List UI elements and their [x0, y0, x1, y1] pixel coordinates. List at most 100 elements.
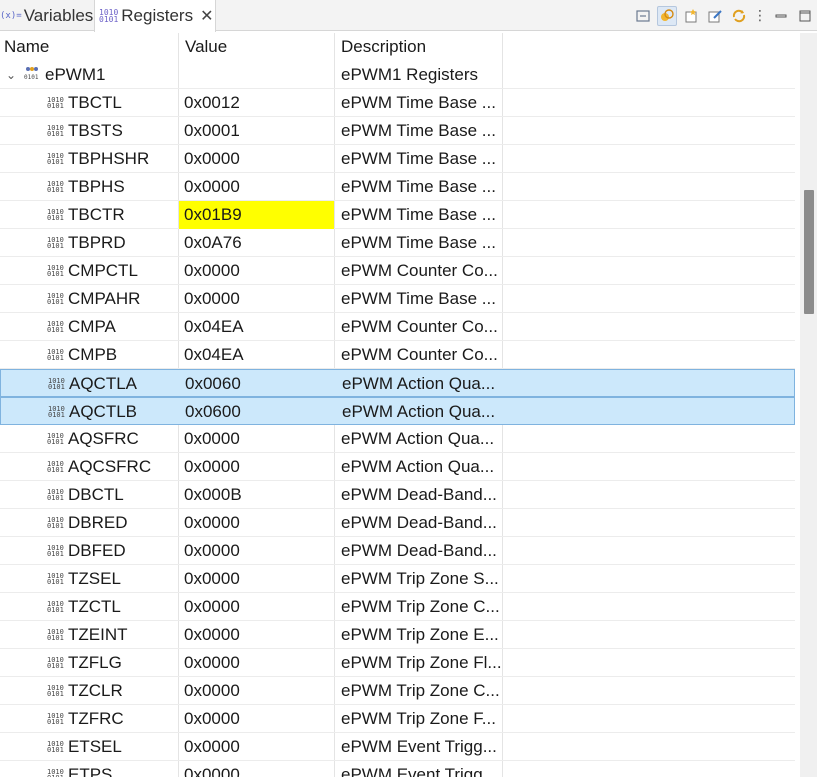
- register-value[interactable]: 0x0000: [179, 681, 334, 701]
- register-value[interactable]: 0x0000: [179, 429, 334, 449]
- tab-registers[interactable]: 1010 0101 Registers ✕: [94, 0, 216, 32]
- table-row[interactable]: 1010 0101 TZSEL 0x0000 ePWM Trip Zone S...: [0, 565, 795, 593]
- register-value[interactable]: 0x0000: [179, 625, 334, 645]
- register-value[interactable]: 0x01B9: [179, 205, 334, 225]
- register-name: CMPB: [68, 345, 118, 364]
- edit-icon[interactable]: [705, 6, 725, 26]
- table-row[interactable]: 1010 0101 TZCLR 0x0000 ePWM Trip Zone C...: [0, 677, 795, 705]
- register-name: DBCTL: [68, 485, 124, 504]
- tab-registers-label: Registers: [121, 6, 194, 25]
- table-row[interactable]: 1010 0101 DBCTL 0x000B ePWM Dead-Band...: [0, 481, 795, 509]
- register-description: ePWM Action Qua...: [342, 402, 496, 421]
- table-row[interactable]: 10100101 ETPS 0x0000 ePWM Event Trigg...: [0, 761, 795, 777]
- register-value[interactable]: 0x0000: [179, 737, 334, 757]
- vertical-scrollbar[interactable]: [800, 33, 817, 777]
- register-icon: 10100101: [47, 236, 64, 250]
- register-description: ePWM Time Base ...: [341, 205, 496, 224]
- table-row[interactable]: 1010 0101 TZFRC 0x0000 ePWM Trip Zone F...: [0, 705, 795, 733]
- table-row[interactable]: 1010 0101 AQCTLB 0x0600 ePWM Action Qua...: [0, 397, 795, 425]
- table-row[interactable]: 1010 0101 ETSEL 0x0000 ePWM Event Trigg...: [0, 733, 795, 761]
- table-row[interactable]: 1010 0101 TZCTL 0x0000 ePWM Trip Zone C...: [0, 593, 795, 621]
- register-value[interactable]: 0x0000: [179, 457, 334, 477]
- register-icon: 10100101: [47, 572, 64, 586]
- table-row[interactable]: 1010 0101 DBFED 0x0000 ePWM Dead-Band...: [0, 537, 795, 565]
- register-icon: 10100101: [47, 768, 64, 777]
- table-row[interactable]: 1010 0101 TBPRD 0x0A76 ePWM Time Base ...: [0, 229, 795, 257]
- register-value[interactable]: 0x0000: [179, 597, 334, 617]
- table-row[interactable]: 1010 0101 TBPHS 0x0000 ePWM Time Base ...: [0, 173, 795, 201]
- register-description: ePWM Dead-Band...: [341, 513, 497, 532]
- table-row[interactable]: 1010 0101 CMPA 0x04EA ePWM Counter Co...: [0, 313, 795, 341]
- register-name-cell: 1010 0101 DBFED: [0, 541, 178, 561]
- register-value[interactable]: 0x0A76: [179, 233, 334, 253]
- collapse-all-icon[interactable]: [633, 6, 653, 26]
- register-group-icon: 0101: [24, 65, 40, 85]
- register-name-cell: 1010 0101 TZCLR: [0, 681, 178, 701]
- register-name-cell: 10100101 ETPS: [0, 765, 178, 777]
- register-value[interactable]: 0x0001: [179, 121, 334, 141]
- scrollbar-thumb[interactable]: [804, 190, 814, 314]
- register-value[interactable]: 0x0000: [179, 177, 334, 197]
- register-icon: 10100101: [47, 516, 64, 530]
- maximize-icon[interactable]: [795, 6, 815, 26]
- register-value[interactable]: 0x0000: [179, 765, 334, 777]
- register-value[interactable]: 0x0000: [179, 261, 334, 281]
- register-value[interactable]: 0x0000: [179, 569, 334, 589]
- table-row[interactable]: 1010 0101 TZEINT 0x0000 ePWM Trip Zone E...: [0, 621, 795, 649]
- table-row[interactable]: 1010 0101 TBCTR 0x01B9 ePWM Time Base ...: [0, 201, 795, 229]
- register-icon: 10100101: [47, 292, 64, 306]
- refresh-icon[interactable]: [729, 6, 749, 26]
- register-value[interactable]: 0x0600: [180, 402, 335, 422]
- register-name-cell: 1010 0101 CMPCTL: [0, 261, 178, 281]
- group-row-epwm1[interactable]: ⌄ 0101 ePWM1 ePWM1 Registers: [0, 61, 795, 89]
- table-row[interactable]: 1010 0101 DBRED 0x0000 ePWM Dead-Band...: [0, 509, 795, 537]
- register-name: TZFRC: [68, 709, 124, 728]
- table-row[interactable]: 1010 0101 TBCTL 0x0012 ePWM Time Base ...: [0, 89, 795, 117]
- register-name-cell: 1010 0101 AQSFRC: [0, 429, 178, 449]
- register-value[interactable]: 0x0000: [179, 653, 334, 673]
- column-header-name[interactable]: Name: [4, 37, 49, 57]
- table-row[interactable]: 1010 0101 CMPB 0x04EA ePWM Counter Co...: [0, 341, 795, 369]
- close-icon[interactable]: ✕: [200, 6, 213, 26]
- register-value[interactable]: 0x000B: [179, 485, 334, 505]
- register-description: ePWM Action Qua...: [341, 457, 495, 476]
- register-name: CMPCTL: [68, 261, 138, 280]
- register-value[interactable]: 0x0000: [179, 541, 334, 561]
- chevron-down-icon[interactable]: ⌄: [6, 68, 18, 82]
- register-value[interactable]: 0x0000: [179, 513, 334, 533]
- new-register-icon[interactable]: [681, 6, 701, 26]
- table-row[interactable]: 1010 0101 TBSTS 0x0001 ePWM Time Base ...: [0, 117, 795, 145]
- register-value[interactable]: 0x04EA: [179, 317, 334, 337]
- register-description: ePWM Time Base ...: [341, 121, 496, 140]
- register-value[interactable]: 0x0060: [180, 374, 335, 394]
- table-row[interactable]: 1010 0101 TBPHSHR 0x0000 ePWM Time Base ...: [0, 145, 795, 173]
- register-value[interactable]: 0x0000: [179, 149, 334, 169]
- register-description: ePWM Dead-Band...: [341, 541, 497, 560]
- register-icon: 10100101: [47, 488, 64, 502]
- register-name-cell: 1010 0101 CMPAHR: [0, 289, 178, 309]
- register-value[interactable]: 0x04EA: [179, 345, 334, 365]
- register-value[interactable]: 0x0012: [179, 93, 334, 113]
- link-icon[interactable]: [657, 5, 677, 26]
- register-value[interactable]: 0x0000: [179, 709, 334, 729]
- register-name-cell: 1010 0101 TZFLG: [0, 653, 178, 673]
- register-description: ePWM Event Trigg...: [341, 765, 497, 777]
- table-row[interactable]: 1010 0101 AQSFRC 0x0000 ePWM Action Qua...: [0, 425, 795, 453]
- view-menu-icon[interactable]: ⋮: [753, 6, 767, 26]
- table-row[interactable]: 1010 0101 TZFLG 0x0000 ePWM Trip Zone Fl...: [0, 649, 795, 677]
- register-name-cell: 1010 0101 TBPHSHR: [0, 149, 178, 169]
- tab-variables[interactable]: (x)= Variables: [0, 0, 94, 31]
- column-header-description[interactable]: Description: [341, 37, 426, 57]
- table-row[interactable]: 1010 0101 CMPAHR 0x0000 ePWM Time Base ...: [0, 285, 795, 313]
- register-name-cell: 1010 0101 TBCTL: [0, 93, 178, 113]
- register-description: ePWM Time Base ...: [341, 177, 496, 196]
- column-header-value[interactable]: Value: [185, 37, 227, 57]
- table-row[interactable]: 1010 0101 AQCSFRC 0x0000 ePWM Action Qua...: [0, 453, 795, 481]
- table-row[interactable]: 1010 0101 AQCTLA 0x0060 ePWM Action Qua...: [0, 369, 795, 397]
- table-row[interactable]: 1010 0101 CMPCTL 0x0000 ePWM Counter Co...: [0, 257, 795, 285]
- minimize-icon[interactable]: [771, 6, 791, 26]
- group-description: ePWM1 Registers: [341, 65, 478, 84]
- register-description: ePWM Counter Co...: [341, 317, 498, 336]
- register-icon: 10100101: [47, 544, 64, 558]
- register-value[interactable]: 0x0000: [179, 289, 334, 309]
